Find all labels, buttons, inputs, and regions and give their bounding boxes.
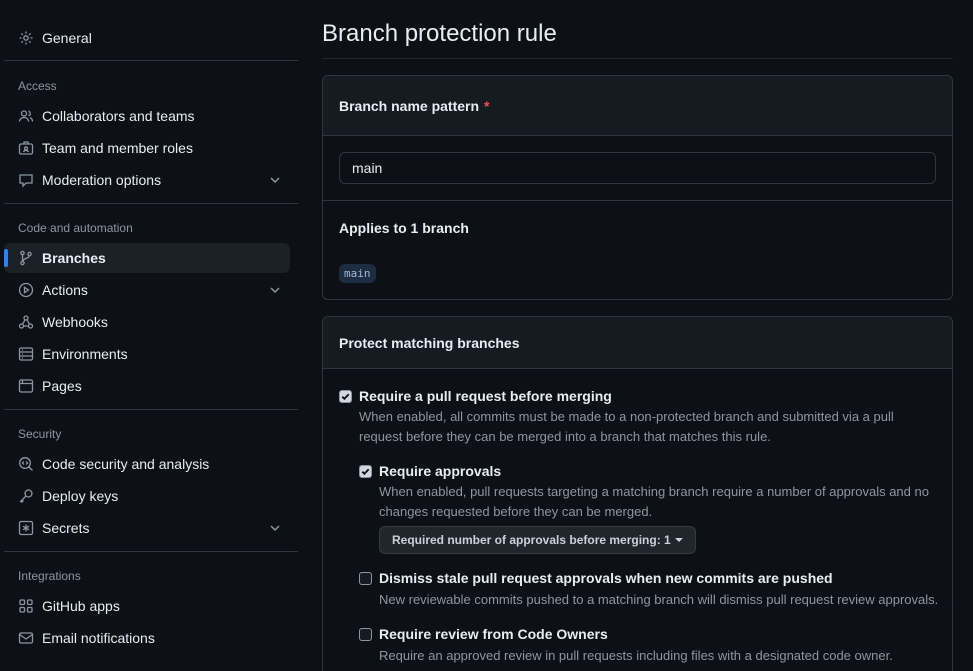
approvals-count-select[interactable]: Required number of approvals before merg… <box>379 526 696 554</box>
sidebar-item-label: Team and member roles <box>42 140 193 156</box>
sidebar-item-team-roles[interactable]: Team and member roles <box>4 133 290 163</box>
sidebar-item-branches[interactable]: Branches <box>4 243 290 273</box>
key-icon <box>18 488 34 504</box>
require-pr-title[interactable]: Require a pull request before merging <box>359 388 612 404</box>
sidebar-item-webhooks[interactable]: Webhooks <box>4 307 290 337</box>
branch-pattern-label: Branch name pattern <box>339 97 480 114</box>
sidebar-item-label: Branches <box>42 250 106 266</box>
sidebar-item-email-notifications[interactable]: Email notifications <box>4 623 290 653</box>
require-pr-checkbox[interactable] <box>339 390 352 403</box>
sidebar-divider <box>4 551 298 552</box>
mail-icon <box>18 630 34 646</box>
section-label-integrations: Integrations <box>18 569 81 583</box>
sidebar-item-label: Secrets <box>42 520 90 536</box>
id-badge-icon <box>18 140 34 156</box>
sidebar-divider <box>4 203 298 204</box>
page-title: Branch protection rule <box>322 20 557 47</box>
box-divider <box>323 200 952 201</box>
sidebar-item-label: Webhooks <box>42 314 108 330</box>
sidebar-item-collaborators[interactable]: Collaborators and teams <box>4 101 290 131</box>
branch-pattern-box: Branch name pattern * Applies to 1 branc… <box>322 75 953 300</box>
apps-icon <box>18 598 34 614</box>
require-pr-desc: When enabled, all commits must be made t… <box>359 409 894 444</box>
require-approvals-checkbox[interactable] <box>359 465 372 478</box>
protect-branches-box: Protect matching branches Require a pull… <box>322 316 953 671</box>
approvals-count-label: Required number of approvals before merg… <box>392 533 671 547</box>
sidebar-item-pages[interactable]: Pages <box>4 371 290 401</box>
sidebar-item-label: General <box>42 30 92 46</box>
settings-sidebar: General Access Collaborators and teams T… <box>0 0 300 671</box>
section-label-access: Access <box>18 79 57 93</box>
branch-chip[interactable]: main <box>339 264 376 283</box>
sidebar-item-actions[interactable]: Actions <box>4 275 290 305</box>
check-icon <box>341 393 350 401</box>
check-icon <box>361 468 370 476</box>
browser-icon <box>18 378 34 394</box>
sidebar-item-label: Environments <box>42 346 128 362</box>
sidebar-item-code-security[interactable]: Code security and analysis <box>4 449 290 479</box>
sidebar-divider <box>4 409 298 410</box>
code-owners-desc: Require an approved review in pull reque… <box>379 648 893 663</box>
title-divider <box>322 58 953 59</box>
sidebar-item-label: Email notifications <box>42 630 155 646</box>
protect-branches-header: Protect matching branches <box>323 317 952 369</box>
chevron-down-icon[interactable] <box>268 283 282 297</box>
caret-down-icon <box>674 538 683 542</box>
sidebar-item-moderation[interactable]: Moderation options <box>4 165 290 195</box>
sidebar-item-label: Pages <box>42 378 82 394</box>
dismiss-stale-title[interactable]: Dismiss stale pull request approvals whe… <box>379 570 833 586</box>
sidebar-item-label: Collaborators and teams <box>42 108 195 124</box>
chevron-down-icon[interactable] <box>268 173 282 187</box>
sidebar-item-label: Deploy keys <box>42 488 119 504</box>
sidebar-item-label: GitHub apps <box>42 598 120 614</box>
dismiss-stale-checkbox[interactable] <box>359 572 372 585</box>
sidebar-item-environments[interactable]: Environments <box>4 339 290 369</box>
webhook-icon <box>18 314 34 330</box>
sidebar-item-general[interactable]: General <box>4 23 290 53</box>
required-marker: * <box>484 97 490 114</box>
sidebar-item-github-apps[interactable]: GitHub apps <box>4 591 290 621</box>
sidebar-item-label: Actions <box>42 282 88 298</box>
code-owners-title[interactable]: Require review from Code Owners <box>379 626 608 642</box>
codescan-icon <box>18 456 34 472</box>
comment-icon <box>18 172 34 188</box>
section-label-security: Security <box>18 427 62 441</box>
sidebar-item-label: Code security and analysis <box>42 456 210 472</box>
require-approvals-desc: When enabled, pull requests targeting a … <box>379 484 929 519</box>
applies-to-text: Applies to 1 branch <box>339 220 469 236</box>
sidebar-item-deploy-keys[interactable]: Deploy keys <box>4 481 290 511</box>
server-icon <box>18 346 34 362</box>
play-icon <box>18 282 34 298</box>
git-branch-icon <box>18 250 34 266</box>
sidebar-divider <box>4 60 298 61</box>
protect-branches-label: Protect matching branches <box>339 334 520 351</box>
branch-pattern-header: Branch name pattern * <box>323 76 952 136</box>
people-icon <box>18 108 34 124</box>
branch-pattern-input[interactable] <box>339 152 936 184</box>
asterisk-icon <box>18 520 34 536</box>
sidebar-item-secrets[interactable]: Secrets <box>4 513 290 543</box>
section-label-code-automation: Code and automation <box>18 221 133 235</box>
sidebar-item-label: Moderation options <box>42 172 162 188</box>
chevron-down-icon[interactable] <box>268 521 282 535</box>
require-approvals-title[interactable]: Require approvals <box>379 463 501 479</box>
gear-icon <box>18 30 34 46</box>
code-owners-checkbox[interactable] <box>359 628 372 641</box>
dismiss-stale-desc: New reviewable commits pushed to a match… <box>379 592 939 607</box>
